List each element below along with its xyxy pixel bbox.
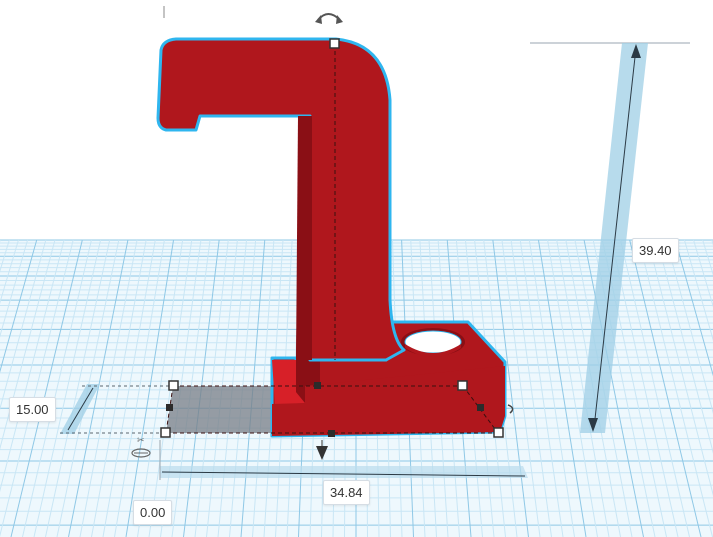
elevation-value-field[interactable]: 0.00 <box>133 500 173 525</box>
depth-value-field[interactable]: 15.00 <box>9 397 56 422</box>
height-value-field[interactable]: 39.40 <box>632 238 679 263</box>
corner-handle-back-left[interactable] <box>168 380 179 391</box>
side-handle-right[interactable] <box>477 404 484 411</box>
side-handle-back[interactable] <box>314 382 321 389</box>
side-handle-front[interactable] <box>328 430 335 437</box>
rotate-arrow-icon[interactable] <box>315 13 343 24</box>
workplane-canvas[interactable]: ✂ <box>0 0 713 537</box>
footprint-shadow <box>166 386 272 433</box>
width-value-field[interactable]: 34.84 <box>323 480 370 505</box>
corner-handle-front-right[interactable] <box>493 427 504 438</box>
corner-handle-front-left[interactable] <box>160 427 171 438</box>
svg-text:✂: ✂ <box>137 436 145 446</box>
corner-handle-back-right[interactable] <box>457 380 468 391</box>
top-height-handle[interactable] <box>329 38 340 49</box>
side-handle-left[interactable] <box>166 404 173 411</box>
